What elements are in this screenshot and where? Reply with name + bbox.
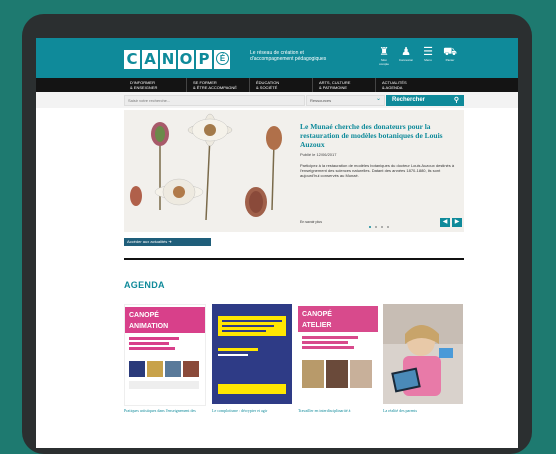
user-icon[interactable]: ♟ Connexion xyxy=(398,46,414,66)
section-divider xyxy=(124,258,464,260)
search-bar: Saisir votre recherche... Ressources ⌄ R… xyxy=(36,92,518,108)
arrow-right-icon: ➔ xyxy=(168,239,172,244)
logo-letter: P xyxy=(196,49,212,69)
search-input[interactable]: Saisir votre recherche... xyxy=(124,95,305,106)
slider-dot[interactable] xyxy=(369,226,371,228)
tablet-frame: C A N O P É Le réseau de création et d'a… xyxy=(22,14,532,454)
cart-icon[interactable]: ⛟ Panier xyxy=(442,46,458,66)
agenda-heading: AGENDA xyxy=(124,280,165,290)
poster-type: ATELIER xyxy=(302,322,331,329)
account-icon[interactable]: ♜ Mon compte xyxy=(376,46,392,66)
screen: C A N O P É Le réseau de création et d'a… xyxy=(36,38,518,448)
agenda-card[interactable] xyxy=(212,304,292,404)
header-icons: ♜ Mon compte ♟ Connexion ☰ Menu ⛟ Panier xyxy=(376,46,458,66)
botanical-models-image xyxy=(124,110,294,232)
complotisme-poster xyxy=(212,304,292,404)
poster-type: ANIMATION xyxy=(129,323,168,330)
news-slider: Le Munaé cherche des donateurs pour la r… xyxy=(124,110,464,232)
logo-letter: O xyxy=(178,49,194,69)
resource-select[interactable]: Ressources ⌄ xyxy=(306,95,385,106)
poster-brand: CANOPÉ xyxy=(302,309,332,318)
agenda-card[interactable] xyxy=(383,304,463,404)
logo-letter: A xyxy=(142,49,158,69)
logo-letter: C xyxy=(124,49,140,69)
all-news-button[interactable]: Accéder aux actualités ➔ xyxy=(124,238,211,246)
nav-item[interactable]: ACTUALITÉS & AGENDA xyxy=(375,78,438,92)
slider-dots xyxy=(369,226,389,228)
logo-letter: N xyxy=(160,49,176,69)
menu-icon[interactable]: ☰ Menu xyxy=(420,46,436,66)
search-icon: ⚲ xyxy=(453,97,459,104)
nav-item[interactable]: ÉDUCATION & SOCIÉTÉ xyxy=(249,78,312,92)
search-button-label: Rechercher xyxy=(392,97,426,103)
all-news-label: Accéder aux actualités xyxy=(127,239,168,244)
agenda-card[interactable]: CANOPÉ ANIMATION xyxy=(124,304,206,406)
next-arrow-icon[interactable]: ▶ xyxy=(452,218,462,227)
logo-e-circle: É xyxy=(214,49,230,69)
nav-item[interactable]: SE FORMER & ÊTRE ACCOMPAGNÉ xyxy=(186,78,249,92)
atelier-poster: CANOPÉ ATELIER xyxy=(298,304,378,404)
agenda-card-title[interactable]: Travailler en interdisciplinarité à xyxy=(298,408,378,413)
animation-poster: CANOPÉ ANIMATION xyxy=(125,305,205,405)
canope-logo[interactable]: C A N O P É xyxy=(124,48,230,70)
slide-title[interactable]: Le Munaé cherche des donateurs pour la r… xyxy=(300,122,455,149)
slide-body: Participez à la restauration de modèles … xyxy=(300,163,455,178)
select-value: Ressources xyxy=(310,98,332,103)
read-more-link[interactable]: En savoir plus xyxy=(300,220,322,224)
slide-article: Le Munaé cherche des donateurs pour la r… xyxy=(300,122,455,178)
main-nav: D'INFORMER & ENSEIGNER SE FORMER & ÊTRE … xyxy=(36,78,518,92)
agenda-card-title[interactable]: Pratiques artistiques dans l'enseignemen… xyxy=(124,408,204,413)
prev-arrow-icon[interactable]: ◀ xyxy=(440,218,450,227)
agenda-card-title[interactable]: La réalité des parents xyxy=(383,408,463,413)
nav-item[interactable]: D'INFORMER & ENSEIGNER xyxy=(124,78,186,92)
site-header: C A N O P É Le réseau de création et d'a… xyxy=(36,38,518,78)
child-tablet-photo xyxy=(383,304,463,404)
slide-date: Publié le 12/06/2017 xyxy=(300,152,337,157)
chevron-down-icon: ⌄ xyxy=(375,96,381,102)
nav-item[interactable]: ARTS, CULTURE & PATRIMOINE xyxy=(312,78,375,92)
slider-dot[interactable] xyxy=(387,226,389,228)
slider-dot[interactable] xyxy=(375,226,377,228)
poster-brand: CANOPÉ xyxy=(129,310,159,319)
agenda-card-title[interactable]: Le complotisme : décrypter et agir xyxy=(212,408,292,413)
tagline: Le réseau de création et d'accompagnemen… xyxy=(250,50,327,62)
slider-dot[interactable] xyxy=(381,226,383,228)
agenda-card[interactable]: CANOPÉ ATELIER xyxy=(298,304,378,404)
search-button[interactable]: Rechercher ⚲ xyxy=(386,95,464,106)
